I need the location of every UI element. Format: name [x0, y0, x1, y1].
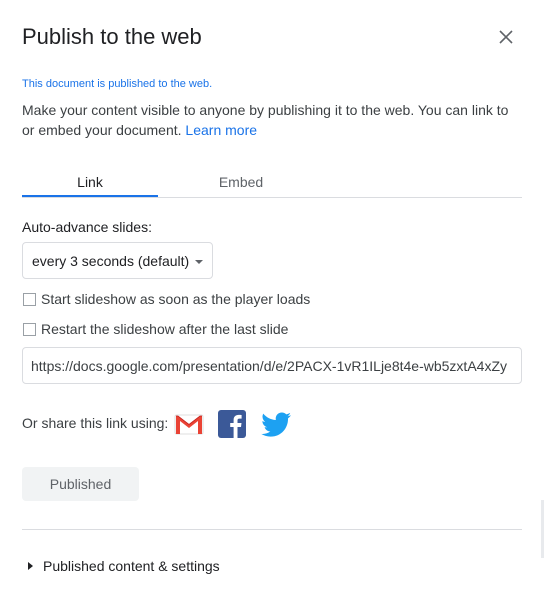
start-slideshow-label: Start slideshow as soon as the player lo… — [41, 291, 311, 307]
divider — [22, 529, 522, 530]
restart-slideshow-option[interactable]: Restart the slideshow after the last sli… — [22, 321, 288, 337]
triangle-right-icon — [28, 562, 33, 570]
tab-link[interactable]: Link — [22, 166, 158, 197]
active-tab-indicator — [22, 195, 158, 197]
facebook-icon[interactable] — [217, 409, 249, 439]
learn-more-link[interactable]: Learn more — [185, 122, 257, 138]
auto-advance-select[interactable]: every 3 seconds (default) — [22, 242, 213, 279]
published-button[interactable]: Published — [22, 467, 139, 501]
tab-bar: Link Embed — [22, 166, 522, 198]
dialog-title: Publish to the web — [22, 24, 202, 49]
start-slideshow-checkbox[interactable] — [23, 292, 36, 306]
published-settings-label: Published content & settings — [43, 558, 220, 574]
gmail-icon[interactable] — [173, 409, 205, 439]
published-settings-toggle[interactable]: Published content & settings — [28, 558, 220, 574]
twitter-icon[interactable] — [260, 409, 292, 439]
restart-slideshow-checkbox[interactable] — [23, 322, 36, 336]
restart-slideshow-label: Restart the slideshow after the last sli… — [41, 321, 289, 337]
share-label: Or share this link using: — [22, 415, 169, 431]
description-text: Make your content visible to anyone by p… — [22, 102, 509, 138]
auto-advance-value: every 3 seconds (default) — [32, 252, 190, 269]
publish-dialog: Publish to the web This document is publ… — [0, 0, 544, 599]
auto-advance-label: Auto-advance slides: — [22, 219, 152, 235]
start-slideshow-option[interactable]: Start slideshow as soon as the player lo… — [22, 291, 310, 307]
published-link-field[interactable] — [22, 347, 522, 384]
tab-embed[interactable]: Embed — [172, 166, 310, 197]
close-icon — [499, 30, 513, 44]
close-button[interactable] — [494, 25, 518, 49]
published-status: This document is published to the web. — [22, 78, 213, 90]
caret-down-icon — [195, 260, 203, 264]
dialog-description: Make your content visible to anyone by p… — [22, 100, 522, 140]
